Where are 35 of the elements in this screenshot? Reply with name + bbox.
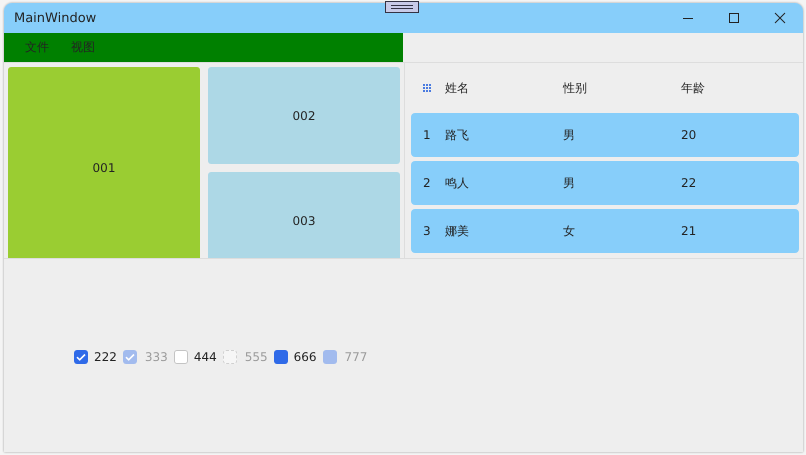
checkbox[interactable] xyxy=(274,350,288,364)
checkbox-label: 555 xyxy=(244,350,269,364)
row-number: 2 xyxy=(423,176,431,190)
window-title: MainWindow xyxy=(13,10,98,26)
maximize-icon xyxy=(728,12,740,24)
table-cell: 男 xyxy=(563,128,575,142)
table-cell: 女 xyxy=(563,224,575,238)
checkbox-label: 777 xyxy=(344,350,368,364)
checkbox-label: 222 xyxy=(93,350,118,364)
table-cell: 路飞 xyxy=(445,128,469,142)
table-row[interactable]: 3 娜美 女 21 xyxy=(411,209,799,253)
checkbox-label: 444 xyxy=(192,350,218,364)
table-cell: 20 xyxy=(681,128,696,142)
table-cell: 男 xyxy=(563,176,575,190)
table-cell: 22 xyxy=(681,176,696,190)
checkbox-label: 666 xyxy=(292,350,318,364)
table-row[interactable]: 2 鸣人 男 22 xyxy=(411,161,799,205)
checkbox[interactable] xyxy=(174,350,188,364)
grid-icon[interactable] xyxy=(423,84,432,92)
checkbox-label: 333 xyxy=(144,350,169,364)
column-header: 姓名 xyxy=(445,80,469,94)
column-header: 年龄 xyxy=(681,80,705,94)
drag-handle-icon[interactable] xyxy=(385,1,419,13)
table-cell: 鸣人 xyxy=(445,176,469,190)
close-icon xyxy=(774,12,786,24)
tile: 002 xyxy=(208,67,400,164)
column-header: 性别 xyxy=(563,80,587,94)
table-row[interactable]: 1 路飞 男 20 xyxy=(411,113,799,157)
table-cell: 21 xyxy=(681,224,696,238)
table-cell: 娜美 xyxy=(445,224,469,238)
tile: 001 xyxy=(8,67,200,258)
checkbox[interactable] xyxy=(74,350,88,364)
row-number: 3 xyxy=(423,224,431,238)
tile: 003 xyxy=(208,172,400,258)
row-number: 1 xyxy=(423,128,431,142)
